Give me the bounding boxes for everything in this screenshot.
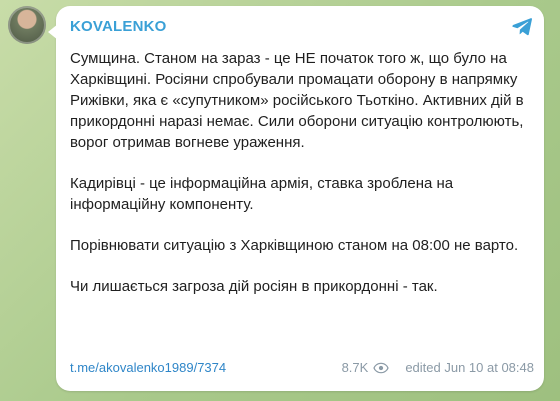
channel-avatar[interactable] xyxy=(8,6,46,44)
telegram-icon xyxy=(512,18,532,36)
edit-status: edited Jun 10 at 08:48 xyxy=(405,360,534,375)
views-count: 8.7K xyxy=(341,360,369,375)
message-link[interactable]: t.me/akovalenko1989/7374 xyxy=(70,359,226,377)
message-stats: 8.7K edited Jun 10 at 08:48 xyxy=(342,359,534,377)
message-footer: t.me/akovalenko1989/7374 8.7K edited Jun… xyxy=(70,359,534,377)
message-paragraph: Чи лишається загроза дій росіян в прикор… xyxy=(70,278,438,295)
message-bubble: KOVALENKO Сумщина. Станом на зараз - це … xyxy=(48,6,544,391)
channel-name[interactable]: KOVALENKO xyxy=(70,18,167,35)
eye-icon xyxy=(373,362,389,374)
message-text: Сумщина. Станом на зараз - це НЕ початок… xyxy=(70,48,534,317)
message-paragraph: Сумщина. Станом на зараз - це НЕ початок… xyxy=(70,50,524,151)
message-paragraph: Порівнювати ситуацію з Харківщиною стано… xyxy=(70,237,519,254)
message-paragraph: Кадирівці - це інформаційна армія, ставк… xyxy=(70,175,454,213)
